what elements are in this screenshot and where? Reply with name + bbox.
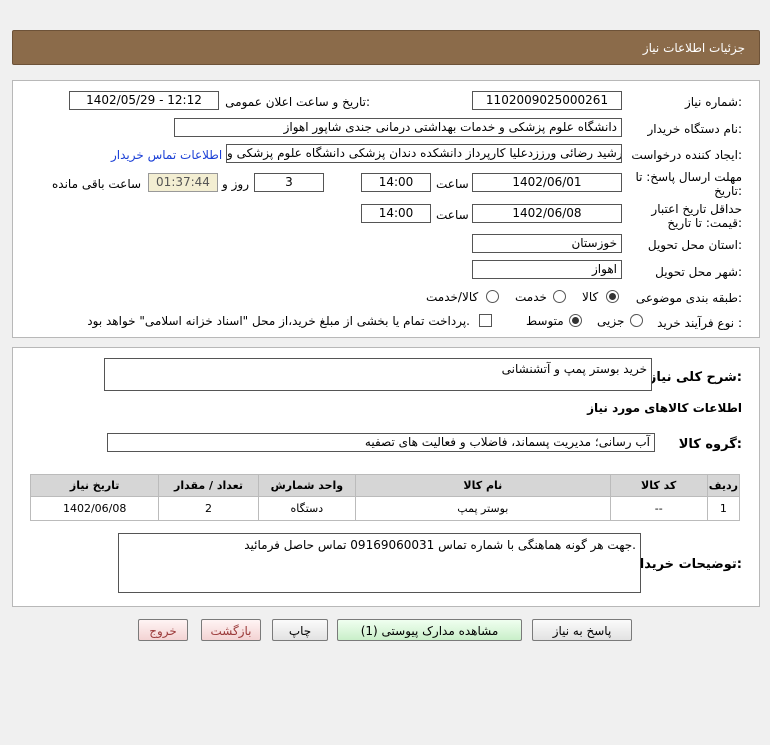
cell-date: 1402/06/08 — [29, 496, 160, 521]
remaining-time-field: 01:37:44 — [148, 173, 218, 192]
category-radio-goods[interactable] — [606, 290, 619, 303]
validity-date-field: 1402/06/08 — [472, 204, 622, 223]
table-header-row: ردیف کد کالا نام کالا واحد شمارش تعداد /… — [29, 474, 741, 497]
goods-group-field: آب رسانی؛ مدیریت پسماند، فاضلاب و فعالیت… — [107, 433, 655, 452]
city-label: شهر محل تحویل: — [655, 265, 742, 279]
province-label: استان محل تحویل: — [647, 238, 742, 252]
process-radio-medium[interactable] — [569, 314, 582, 327]
reply-time-field: 14:00 — [361, 173, 431, 192]
days-field: 3 — [254, 173, 324, 192]
category-radio-both[interactable] — [486, 290, 499, 303]
back-button[interactable]: بازگشت — [201, 619, 261, 641]
print-button[interactable]: چاپ — [272, 619, 328, 641]
attachments-button[interactable]: مشاهده مدارک پیوستی (1) — [337, 619, 522, 641]
buyer-org-label: نام دستگاه خریدار: — [647, 122, 743, 136]
description-label: شرح کلی نیاز: — [648, 370, 742, 385]
buyer-notes-field: جهت هر گونه هماهنگی با شماره تماس 091690… — [118, 533, 641, 593]
goods-group-label: گروه کالا: — [678, 437, 742, 452]
need-number-field: 1102009025000261 — [472, 91, 622, 110]
cell-name: بوستر پمپ — [355, 496, 611, 521]
category-label: طبقه بندی موضوعی: — [635, 291, 742, 305]
cell-row: 1 — [706, 496, 741, 521]
cell-code: -- — [609, 496, 708, 521]
goods-info-title: اطلاعات کالاهای مورد نیاز — [587, 401, 742, 415]
col-qty: تعداد / مقدار — [158, 474, 259, 497]
col-code: کد کالا — [609, 474, 708, 497]
cell-qty: 2 — [158, 496, 259, 521]
remaining-label: ساعت باقی مانده — [52, 177, 142, 191]
buyer-contact-link[interactable]: اطلاعات تماس خریدار — [111, 148, 222, 162]
description-field: خرید بوستر پمپ و آتشنشانی — [104, 358, 652, 391]
col-unit: واحد شمارش — [257, 474, 357, 497]
buyer-org-field: دانشگاه علوم پزشکی و خدمات بهداشتی درمان… — [174, 118, 622, 137]
col-name: نام کالا — [355, 474, 611, 497]
category-both-label: کالا/خدمت — [426, 290, 479, 304]
category-goods-label: کالا — [582, 290, 599, 304]
process-partial-label: جزیی — [597, 314, 625, 328]
buyer-notes-label: توضیحات خریدار: — [632, 557, 742, 572]
col-date: تاریخ نیاز — [29, 474, 160, 497]
page-title: جزئیات اطلاعات نیاز — [642, 41, 745, 55]
table-row: 1 -- بوستر پمپ دستگاه 2 1402/06/08 — [29, 496, 741, 521]
announce-label: تاریخ و ساعت اعلان عمومی: — [225, 95, 370, 109]
exit-button[interactable]: خروج — [138, 619, 188, 641]
process-label: نوع فرآیند خرید : — [657, 316, 742, 330]
reply-time-label: ساعت — [436, 177, 469, 191]
reply-date-field: 1402/06/01 — [472, 173, 622, 192]
province-field: خوزستان — [472, 234, 622, 253]
announce-field: 1402/05/29 - 12:12 — [69, 91, 219, 110]
validity-label-2: قیمت: تا تاریخ: — [667, 216, 742, 230]
creator-label: ایجاد کننده درخواست: — [631, 148, 742, 162]
category-radio-service[interactable] — [553, 290, 566, 303]
treasury-note: پرداخت تمام یا بخشی از مبلغ خرید،از محل … — [87, 314, 470, 328]
validity-time-label: ساعت — [436, 208, 469, 222]
goods-table: ردیف کد کالا نام کالا واحد شمارش تعداد /… — [29, 474, 741, 521]
validity-time-field: 14:00 — [361, 204, 431, 223]
col-row: ردیف — [706, 474, 741, 497]
days-label: روز و — [222, 177, 249, 191]
reply-deadline-label-2: تاریخ: — [714, 184, 742, 198]
city-field: اهواز — [472, 260, 622, 279]
need-number-label: شماره نیاز: — [684, 95, 742, 109]
validity-label: حداقل تاریخ اعتبار — [651, 202, 742, 216]
cell-unit: دستگاه — [257, 496, 357, 521]
creator-field: رشید رضائی ورززدعلیا کارپرداز دانشکده دن… — [226, 144, 622, 163]
process-medium-label: متوسط — [526, 314, 564, 328]
reply-button[interactable]: پاسخ به نیاز — [532, 619, 632, 641]
category-service-label: خدمت — [515, 290, 547, 304]
page-header: جزئیات اطلاعات نیاز — [12, 30, 760, 65]
process-radio-partial[interactable] — [630, 314, 643, 327]
reply-deadline-label: مهلت ارسال پاسخ: تا — [635, 170, 742, 184]
treasury-checkbox[interactable] — [479, 314, 492, 327]
